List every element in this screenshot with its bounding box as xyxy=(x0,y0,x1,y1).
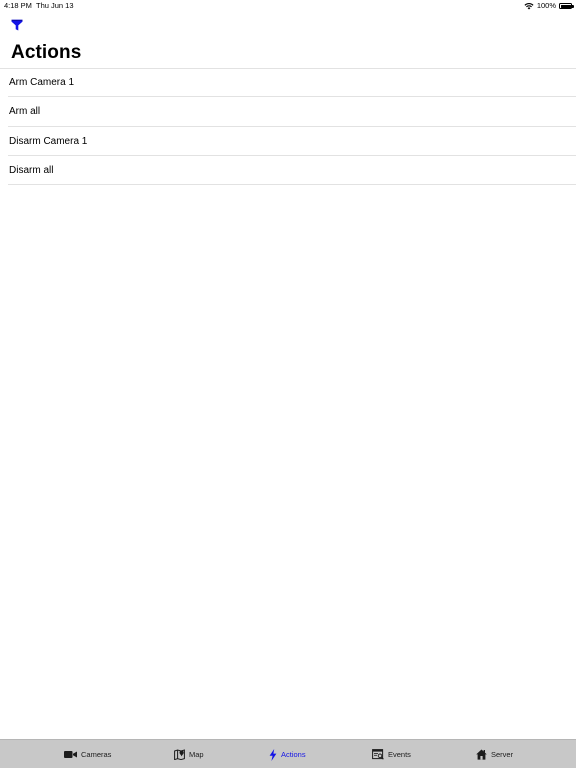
battery-percent: 100% xyxy=(536,1,556,10)
tab-server[interactable]: Server xyxy=(476,740,513,768)
status-time: 4:18 PM xyxy=(4,1,32,10)
screen: 4:18 PM Thu Jun 13 100% Actions Arm Came… xyxy=(0,0,576,768)
tab-events[interactable]: Events xyxy=(372,740,411,768)
status-bar: 4:18 PM Thu Jun 13 100% xyxy=(0,0,576,12)
tab-label: Actions xyxy=(281,750,306,759)
tab-bar: Cameras Map Actions Events Server xyxy=(0,739,576,768)
filter-icon xyxy=(11,19,23,31)
tab-label: Map xyxy=(189,750,204,759)
battery-icon xyxy=(559,3,574,9)
wifi-icon xyxy=(524,3,534,10)
action-item-label: Disarm all xyxy=(9,165,54,177)
action-item-disarm-all[interactable]: Disarm all xyxy=(0,156,576,186)
page-title: Actions xyxy=(11,42,82,63)
tab-label: Server xyxy=(491,750,514,759)
filter-button[interactable] xyxy=(11,18,25,32)
events-icon xyxy=(372,749,384,760)
action-item-disarm-camera-1[interactable]: Disarm Camera 1 xyxy=(0,127,576,157)
tab-cameras[interactable]: Cameras xyxy=(64,740,111,768)
tab-map[interactable]: Map xyxy=(174,740,204,768)
action-item-label: Disarm Camera 1 xyxy=(9,135,88,147)
action-item-label: Arm all xyxy=(9,106,41,118)
map-icon xyxy=(174,749,185,760)
tab-label: Events xyxy=(388,750,411,759)
video-camera-icon xyxy=(64,751,77,758)
action-item-label: Arm Camera 1 xyxy=(9,77,75,89)
lightning-icon xyxy=(269,748,277,761)
actions-list: Arm Camera 1 Arm all Disarm Camera 1 Dis… xyxy=(0,68,576,186)
action-item-arm-camera-1[interactable]: Arm Camera 1 xyxy=(0,68,576,98)
house-icon xyxy=(476,749,487,760)
tab-label: Cameras xyxy=(81,750,112,759)
action-item-arm-all[interactable]: Arm all xyxy=(0,97,576,127)
status-date: Thu Jun 13 xyxy=(36,1,74,10)
status-right: 100% xyxy=(524,0,574,12)
tab-actions[interactable]: Actions xyxy=(269,740,306,768)
